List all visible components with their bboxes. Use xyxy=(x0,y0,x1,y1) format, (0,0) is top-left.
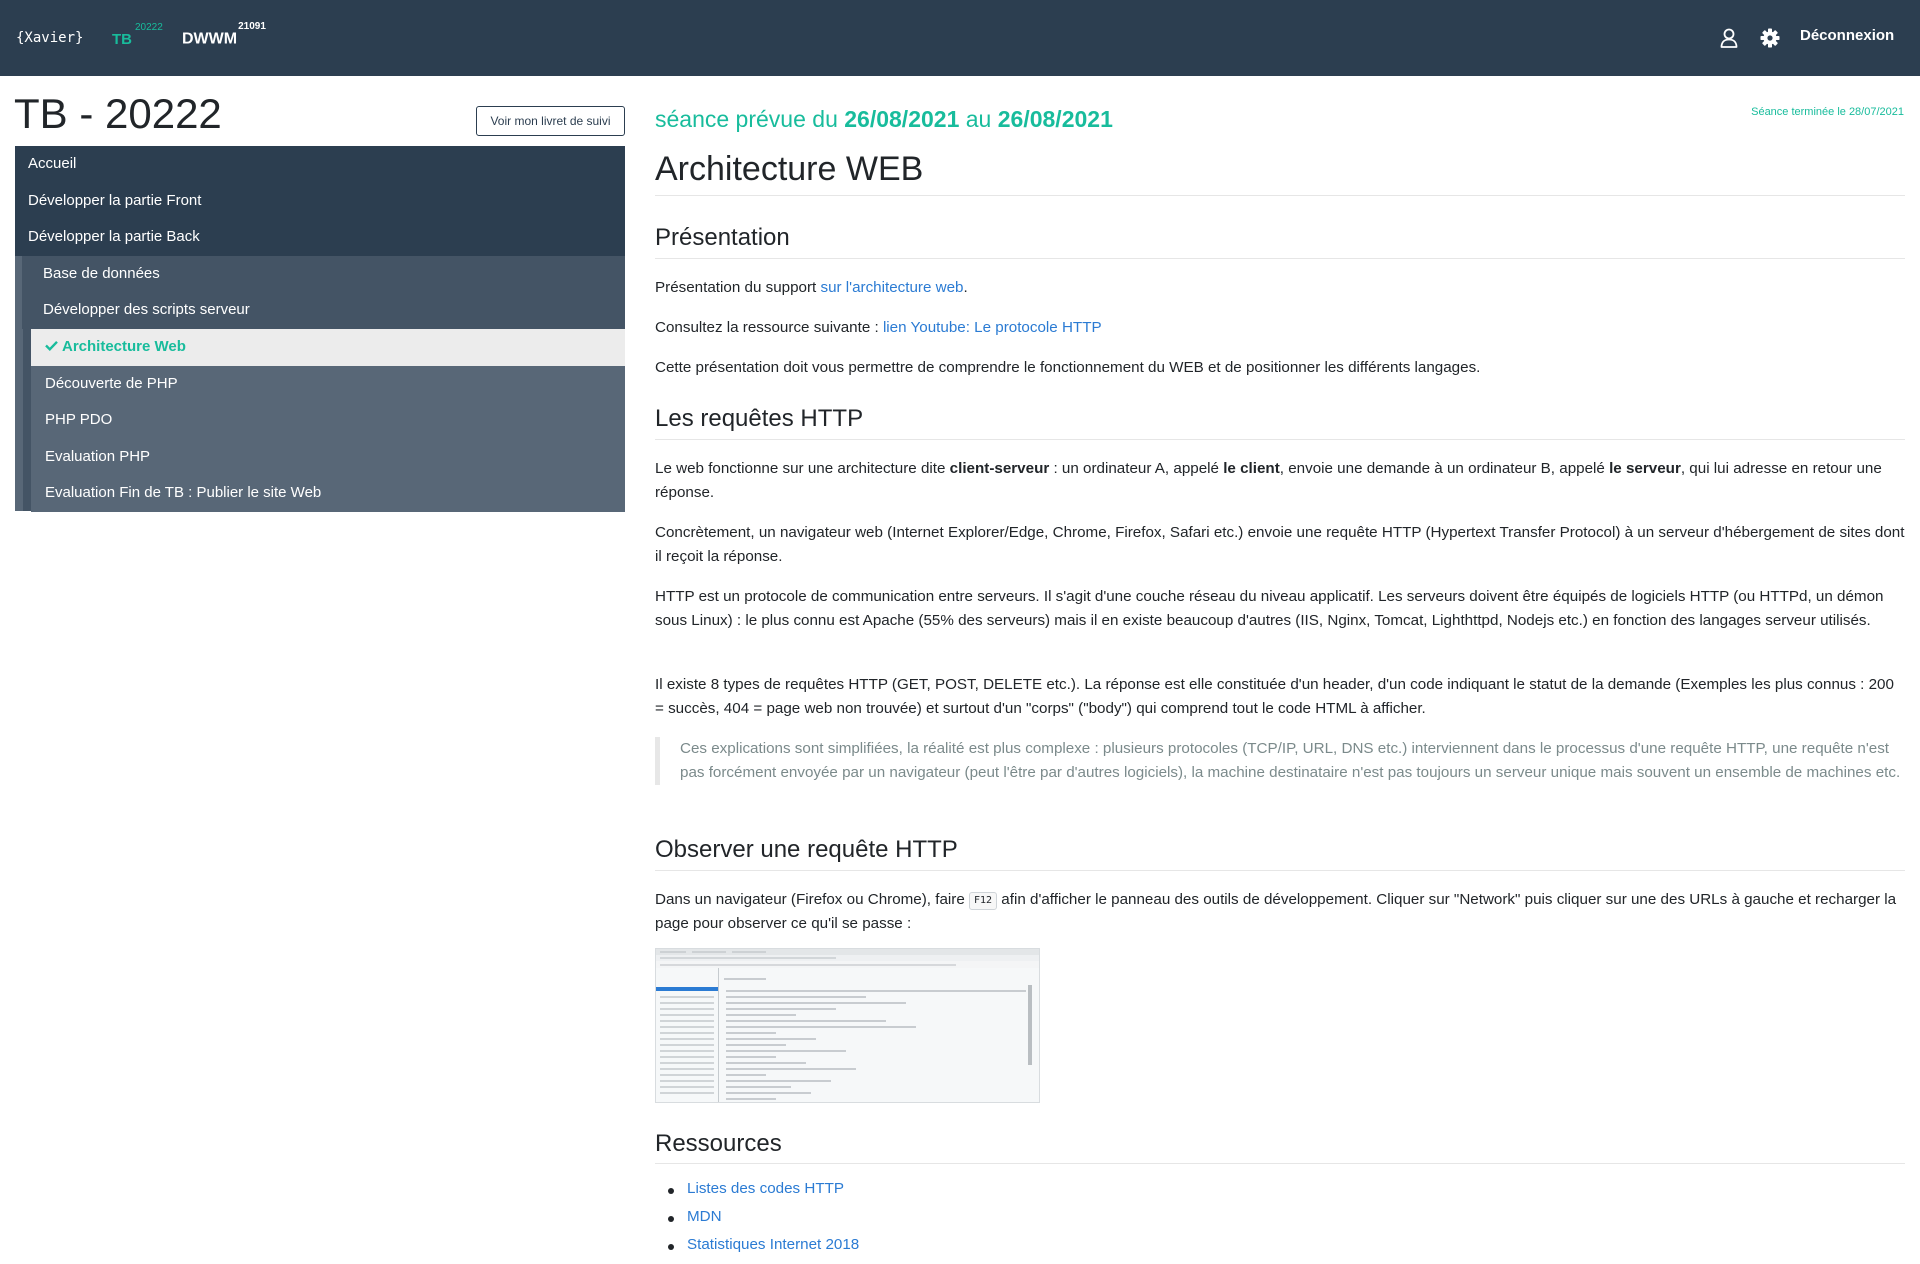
sidebar-item-database[interactable]: Base de données xyxy=(22,255,625,293)
bold-text: le client xyxy=(1223,460,1280,477)
session-schedule: séance prévue du 26/08/2021 au 26/08/202… xyxy=(655,106,1113,133)
bold-text: le serveur xyxy=(1609,460,1681,477)
paragraph: Dans un navigateur (Firefox ou Chrome), … xyxy=(655,888,1905,936)
sidebar-item-php-evaluation[interactable]: Evaluation PHP xyxy=(31,438,625,476)
paragraph: Concrètement, un navigateur web (Interne… xyxy=(655,524,1905,566)
schedule-start-date: 26/08/2021 xyxy=(844,106,960,132)
f12-key: F12 xyxy=(969,892,998,910)
sidebar-item-server-scripts[interactable]: Développer des scripts serveur xyxy=(22,292,625,329)
sidebar-item-front[interactable]: Développer la partie Front xyxy=(15,182,625,220)
text: , envoie une demande à un ordinateur B, … xyxy=(1279,460,1610,477)
divider xyxy=(655,1163,1905,1164)
session-done-label: Séance terminée le 28/07/2021 xyxy=(1751,106,1904,118)
divider xyxy=(655,195,1905,196)
paragraph: Présentation du support sur l'architectu… xyxy=(655,276,1905,300)
resources-list: Listes des codes HTTP MDN Statistiques I… xyxy=(667,1180,859,1264)
schedule-mid: au xyxy=(959,106,998,132)
paragraph: Il existe 8 types de requêtes HTTP (GET,… xyxy=(655,676,1894,718)
nav-dwwm-number: 21091 xyxy=(238,21,266,32)
sidebar-item-php-pdo[interactable]: PHP PDO xyxy=(31,402,625,439)
list-item: Listes des codes HTTP xyxy=(667,1180,859,1208)
paragraph: HTTP est un protocole de communication e… xyxy=(655,588,1884,630)
sidebar-item-final-evaluation[interactable]: Evaluation Fin de TB : Publier le site W… xyxy=(31,475,625,512)
architecture-link[interactable]: sur l'architecture web xyxy=(820,279,963,296)
paragraph: Le web fonctionne sur une architecture d… xyxy=(655,457,1905,505)
sidebar-item-label: Architecture Web xyxy=(62,337,186,355)
mdn-link[interactable]: MDN xyxy=(687,1208,722,1225)
divider xyxy=(655,258,1905,259)
gear-icon[interactable] xyxy=(1759,27,1781,49)
paragraph: Cette présentation doit vous permettre d… xyxy=(655,359,1481,376)
paragraph: Consultez la ressource suivante : lien Y… xyxy=(655,316,1905,340)
note-blockquote: Ces explications sont simplifiées, la ré… xyxy=(655,737,1905,786)
text: : un ordinateur A, appelé xyxy=(1049,460,1224,477)
http-codes-link[interactable]: Listes des codes HTTP xyxy=(687,1180,844,1197)
view-livret-button[interactable]: Voir mon livret de suivi xyxy=(476,106,625,136)
text: Dans un navigateur (Firefox ou Chrome), … xyxy=(655,891,970,908)
sidebar-item-php-discovery[interactable]: Découverte de PHP xyxy=(31,365,625,403)
text: Présentation du support xyxy=(655,279,821,296)
schedule-prefix: séance prévue du xyxy=(655,106,845,132)
nav-dwwm-link[interactable]: DWWM21091 xyxy=(182,21,266,48)
checkmark-icon xyxy=(45,329,58,366)
user-icon[interactable] xyxy=(1718,27,1740,49)
sidebar-item-accueil[interactable]: Accueil xyxy=(15,146,625,183)
text: . xyxy=(963,279,968,296)
devtools-screenshot[interactable] xyxy=(655,948,1040,1103)
nav-dwwm-label: DWWM xyxy=(182,30,238,48)
lesson-title: Architecture WEB xyxy=(655,150,924,188)
internet-stats-link[interactable]: Statistiques Internet 2018 xyxy=(687,1236,859,1253)
bold-text: client-serveur xyxy=(949,460,1050,477)
nav-tb-number: 20222 xyxy=(135,22,163,33)
nav-tb-label: TB xyxy=(112,31,132,48)
text: Consultez la ressource suivante : xyxy=(655,319,883,336)
text: Le web fonctionne sur une architecture d… xyxy=(655,460,950,477)
page-title: TB - 20222 xyxy=(14,90,222,137)
schedule-end-date: 26/08/2021 xyxy=(997,106,1113,132)
top-navbar: {Xavier} TB20222 DWWM21091 Déconnexion xyxy=(0,0,1920,76)
section-heading-presentation: Présentation xyxy=(655,224,790,251)
section-heading-ressources: Ressources xyxy=(655,1130,782,1157)
youtube-link[interactable]: lien Youtube: Le protocole HTTP xyxy=(883,319,1102,336)
sidebar-nav: Accueil Développer la partie Front Dével… xyxy=(15,146,625,512)
section-heading-observer: Observer une requête HTTP xyxy=(655,836,958,863)
divider xyxy=(655,870,1905,871)
sidebar-item-architecture-web[interactable]: Architecture Web xyxy=(31,328,625,366)
sidebar-item-back[interactable]: Développer la partie Back xyxy=(15,219,625,256)
nav-tb-link[interactable]: TB20222 xyxy=(112,22,163,48)
section-heading-requetes: Les requêtes HTTP xyxy=(655,405,864,432)
brand-logo[interactable]: {Xavier} xyxy=(16,30,83,46)
list-item: MDN xyxy=(667,1208,859,1236)
divider xyxy=(655,439,1905,440)
logout-link[interactable]: Déconnexion xyxy=(1800,27,1894,44)
